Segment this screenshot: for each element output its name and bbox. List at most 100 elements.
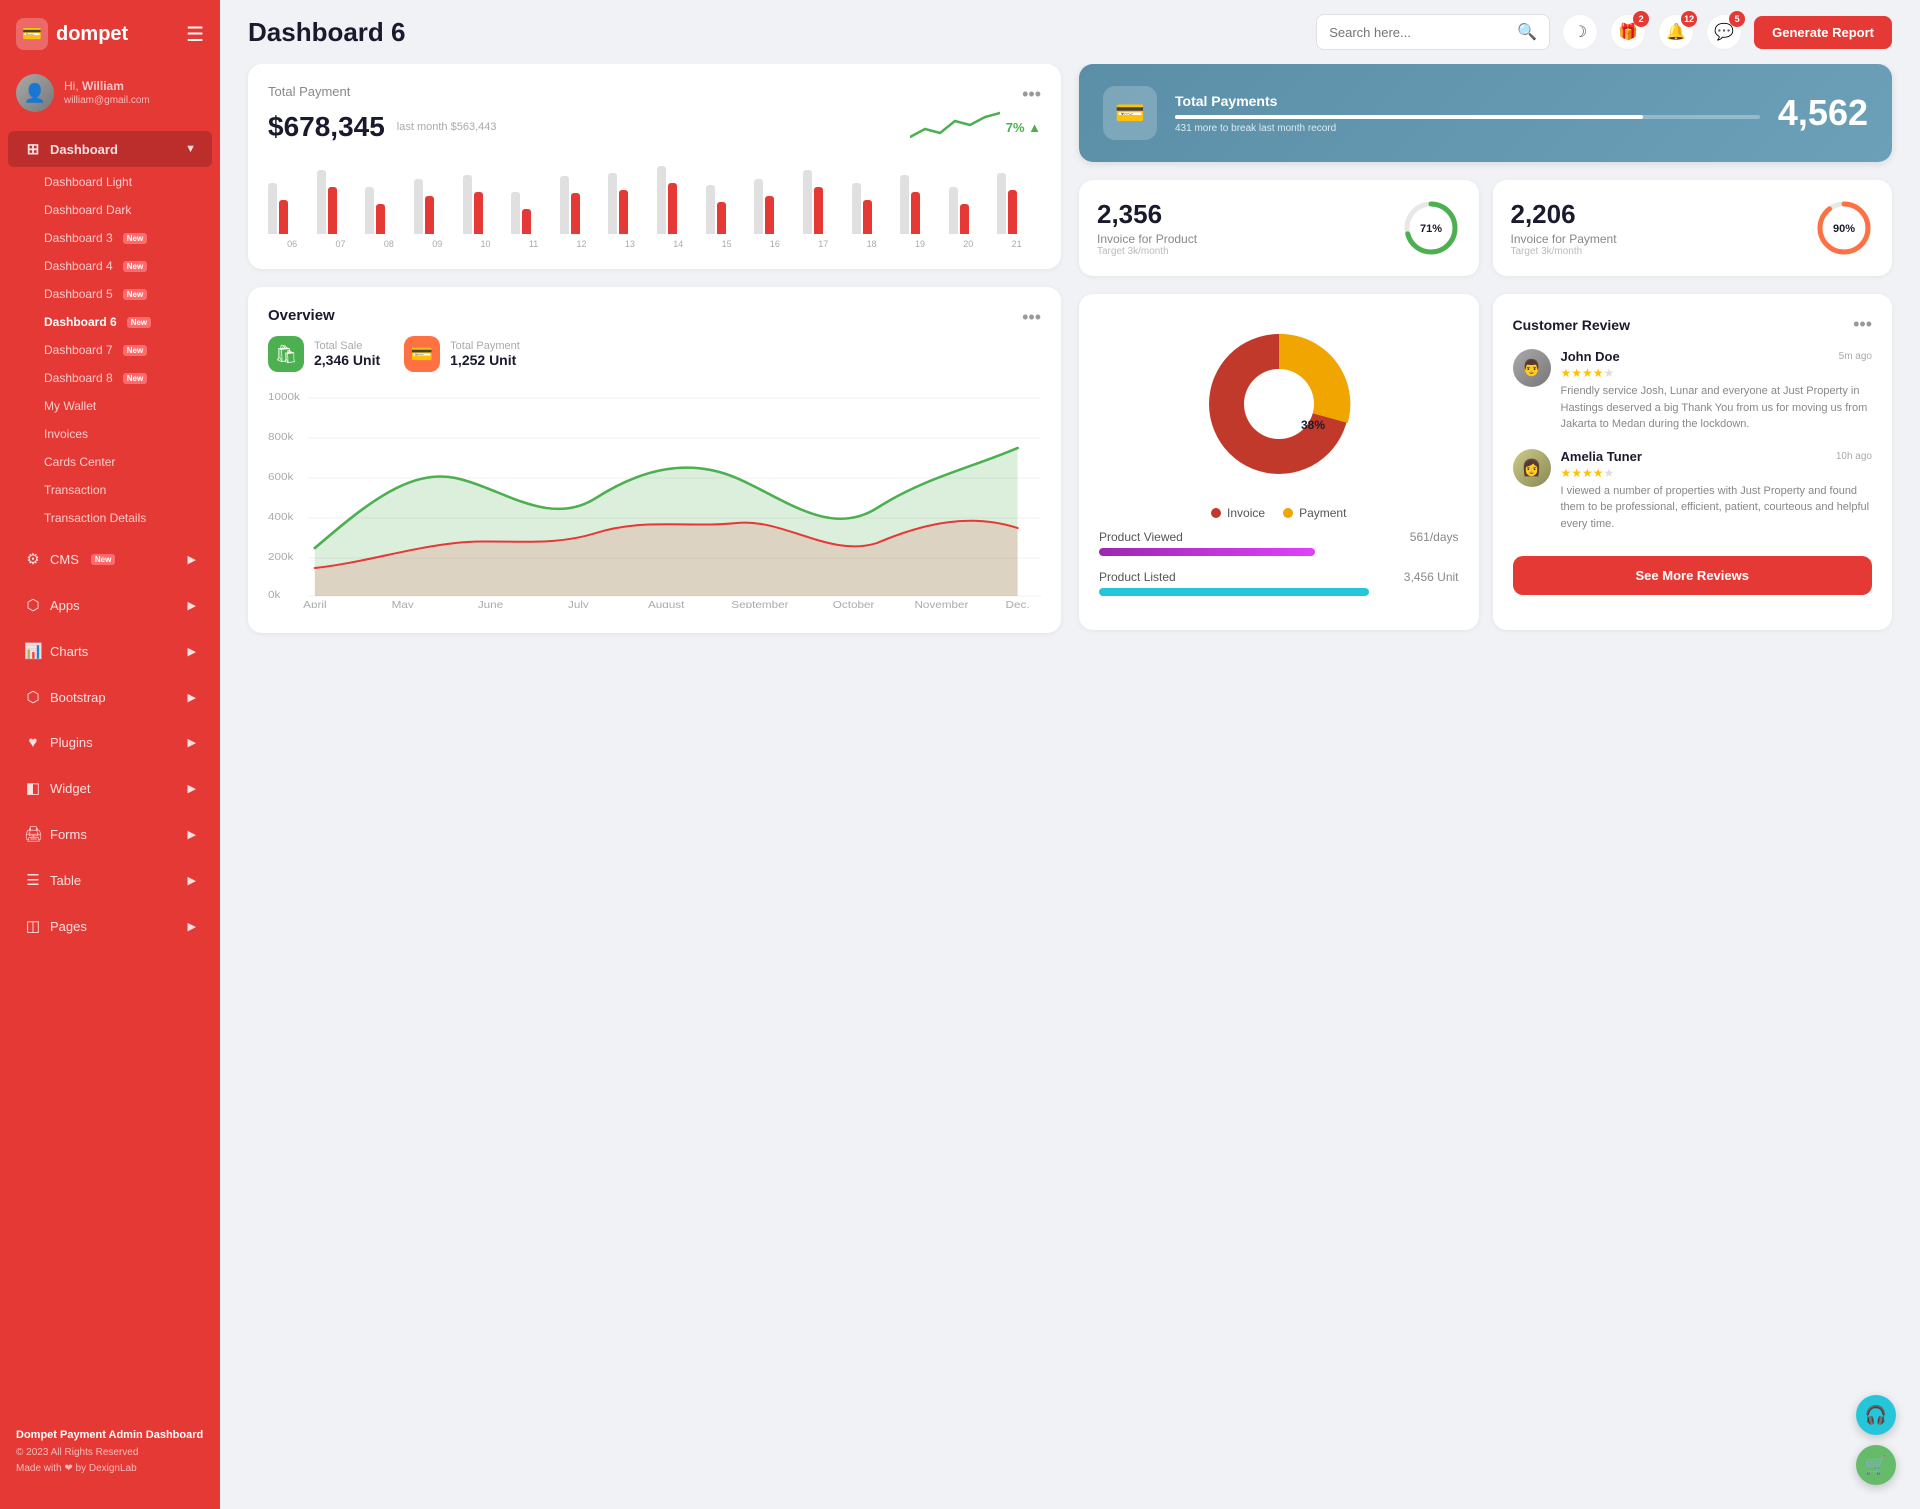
- bar-group-5: [511, 192, 555, 235]
- bar-gray-3: [414, 179, 423, 234]
- chevron-right-icon-apps: ▶: [188, 599, 196, 612]
- sidebar-item-charts[interactable]: 📊 Charts ▶: [8, 633, 212, 669]
- total-payment-stat: 💳 Total Payment 1,252 Unit: [404, 336, 520, 372]
- gift-button[interactable]: 🎁 2: [1610, 14, 1646, 50]
- fab-container: 🎧 🛒: [1856, 1395, 1896, 1485]
- sidebar-item-table[interactable]: ☰ Table ▶: [8, 862, 212, 898]
- sidebar-item-dashboard-7[interactable]: Dashboard 7New: [8, 336, 212, 364]
- search-box[interactable]: 🔍: [1316, 14, 1550, 50]
- sidebar-item-transaction[interactable]: Transaction: [8, 476, 212, 504]
- sidebar-item-dashboard-6[interactable]: Dashboard 6New: [8, 308, 212, 336]
- sidebar-item-bootstrap[interactable]: ⬡ Bootstrap ▶: [8, 679, 212, 715]
- invoice-payment-card: 2,206 Invoice for Payment Target 3k/mont…: [1493, 180, 1893, 276]
- svg-text:May: May: [392, 600, 415, 608]
- last-month-label: last month $563,443: [397, 121, 497, 133]
- bar-gray-4: [463, 175, 472, 235]
- search-icon: 🔍: [1517, 22, 1537, 42]
- chevron-right-icon-table: ▶: [188, 874, 196, 887]
- sidebar-footer: Dompet Payment Admin Dashboard © 2023 Al…: [0, 1411, 220, 1493]
- svg-text:600k: 600k: [268, 472, 294, 483]
- overview-menu-dots[interactable]: •••: [1022, 307, 1041, 328]
- sidebar-item-dashboard-4[interactable]: Dashboard 4New: [8, 252, 212, 280]
- review-menu-dots[interactable]: •••: [1853, 314, 1872, 335]
- svg-text:September: September: [731, 600, 789, 608]
- bar-gray-11: [803, 170, 812, 234]
- sidebar-item-pages[interactable]: ◫ Pages ▶: [8, 908, 212, 944]
- sidebar-item-dashboard-5[interactable]: Dashboard 5New: [8, 280, 212, 308]
- sidebar-item-apps[interactable]: ⬡ Apps ▶: [8, 587, 212, 623]
- invoice-product-card: 2,356 Invoice for Product Target 3k/mont…: [1079, 180, 1479, 276]
- cms-icon: ⚙: [24, 550, 42, 568]
- avatar-img: 👤: [16, 74, 54, 112]
- bar-gray-7: [608, 173, 617, 234]
- payment-legend-label: Payment: [1299, 506, 1346, 520]
- legend-payment: Payment: [1283, 506, 1346, 520]
- sidebar-item-my-wallet[interactable]: My Wallet: [8, 392, 212, 420]
- chevron-right-icon: ▶: [188, 553, 196, 566]
- invoice-payment-label: Invoice for Payment: [1511, 232, 1801, 246]
- hamburger-button[interactable]: ☰: [186, 22, 204, 47]
- review-text-1: Friendly service Josh, Lunar and everyon…: [1561, 383, 1873, 433]
- pie-legend: Invoice Payment: [1211, 506, 1346, 520]
- search-input[interactable]: [1329, 25, 1509, 40]
- sidebar-item-forms[interactable]: 🖨 Forms ▶: [8, 816, 212, 852]
- theme-toggle-button[interactable]: ☽: [1562, 14, 1598, 50]
- review-text-2: I viewed a number of properties with Jus…: [1561, 483, 1873, 533]
- sidebar-item-transaction-details[interactable]: Transaction Details: [8, 504, 212, 532]
- product-listed-label: Product Listed: [1099, 570, 1176, 584]
- sidebar-item-dashboard-dark[interactable]: Dashboard Dark: [8, 196, 212, 224]
- content: Total Payment ••• $678,345 last month $5…: [220, 64, 1920, 1509]
- footer-title: Dompet Payment Admin Dashboard: [16, 1427, 204, 1445]
- plugins-icon: ♥: [24, 734, 42, 751]
- sidebar-item-cms[interactable]: ⚙ CMS New ▶: [8, 541, 212, 577]
- sidebar-item-dashboard-3[interactable]: Dashboard 3New: [8, 224, 212, 252]
- blue-card-number: 4,562: [1778, 92, 1868, 134]
- generate-report-button[interactable]: Generate Report: [1754, 16, 1892, 49]
- see-more-reviews-button[interactable]: See More Reviews: [1513, 556, 1873, 595]
- sidebar-item-cards-center[interactable]: Cards Center: [8, 448, 212, 476]
- svg-text:August: August: [648, 600, 684, 608]
- reviewer-name-1: John Doe: [1561, 349, 1620, 364]
- bar-red-11: [814, 187, 823, 234]
- bell-button[interactable]: 🔔 12: [1658, 14, 1694, 50]
- chevron-down-icon: ▼: [185, 143, 196, 155]
- chat-button[interactable]: 💬 5: [1706, 14, 1742, 50]
- moon-icon: ☽: [1573, 22, 1587, 42]
- sidebar-item-invoices[interactable]: Invoices: [8, 420, 212, 448]
- support-fab[interactable]: 🎧: [1856, 1395, 1896, 1435]
- table-section: ☰ Table ▶: [0, 857, 220, 903]
- sidebar-item-plugins[interactable]: ♥ Plugins ▶: [8, 725, 212, 760]
- card-menu-dots[interactable]: •••: [1022, 84, 1041, 105]
- reviewer-info-2: Amelia Tuner 10h ago ★★★★★ I viewed a nu…: [1561, 449, 1873, 533]
- reviewer-avatar-1: 👨: [1513, 349, 1551, 387]
- table-icon: ☰: [24, 871, 42, 889]
- sidebar-item-dashboard-8[interactable]: Dashboard 8New: [8, 364, 212, 392]
- sidebar-item-dashboard-light[interactable]: Dashboard Light: [8, 168, 212, 196]
- blue-card-info: Total Payments 431 more to break last mo…: [1175, 93, 1760, 134]
- bar-gray-12: [852, 183, 861, 234]
- sidebar-item-dashboard[interactable]: ⊞ Dashboard ▼: [8, 131, 212, 167]
- bar-gray-5: [511, 192, 520, 235]
- invoice-product-progress: 71%: [1401, 198, 1461, 258]
- footer-copy: © 2023 All Rights Reserved: [16, 1445, 204, 1461]
- dashboard-label: Dashboard: [50, 142, 118, 157]
- main-area: Dashboard 6 🔍 ☽ 🎁 2 🔔 12 💬 5 Generate Re…: [220, 0, 1920, 1509]
- legend-invoice: Invoice: [1211, 506, 1265, 520]
- sidebar-item-widget[interactable]: ◧ Widget ▶: [8, 770, 212, 806]
- review-item-1: 👨 John Doe 5m ago ★★★★★ Friendly service…: [1513, 349, 1873, 433]
- invoice-product-label: Invoice for Product: [1097, 232, 1387, 246]
- bar-red-12: [863, 200, 872, 234]
- pages-section: ◫ Pages ▶: [0, 903, 220, 949]
- bootstrap-label: Bootstrap: [50, 690, 106, 705]
- avatar: 👤: [16, 74, 54, 112]
- widget-section: ◧ Widget ▶: [0, 765, 220, 811]
- svg-text:62%: 62%: [1257, 399, 1286, 415]
- sidebar: 💳 dompet ☰ 👤 Hi, William william@gmail.c…: [0, 0, 220, 1509]
- svg-text:90%: 90%: [1833, 223, 1855, 235]
- svg-text:71%: 71%: [1419, 223, 1441, 235]
- area-chart: 1000k 800k 600k 400k 200k 0k: [268, 388, 1041, 608]
- cart-fab[interactable]: 🛒: [1856, 1445, 1896, 1485]
- pie-card: 62% 38% Invoice Payment: [1079, 294, 1479, 630]
- dashboard-icon: ⊞: [24, 140, 42, 158]
- user-greeting: Hi, William: [64, 79, 150, 95]
